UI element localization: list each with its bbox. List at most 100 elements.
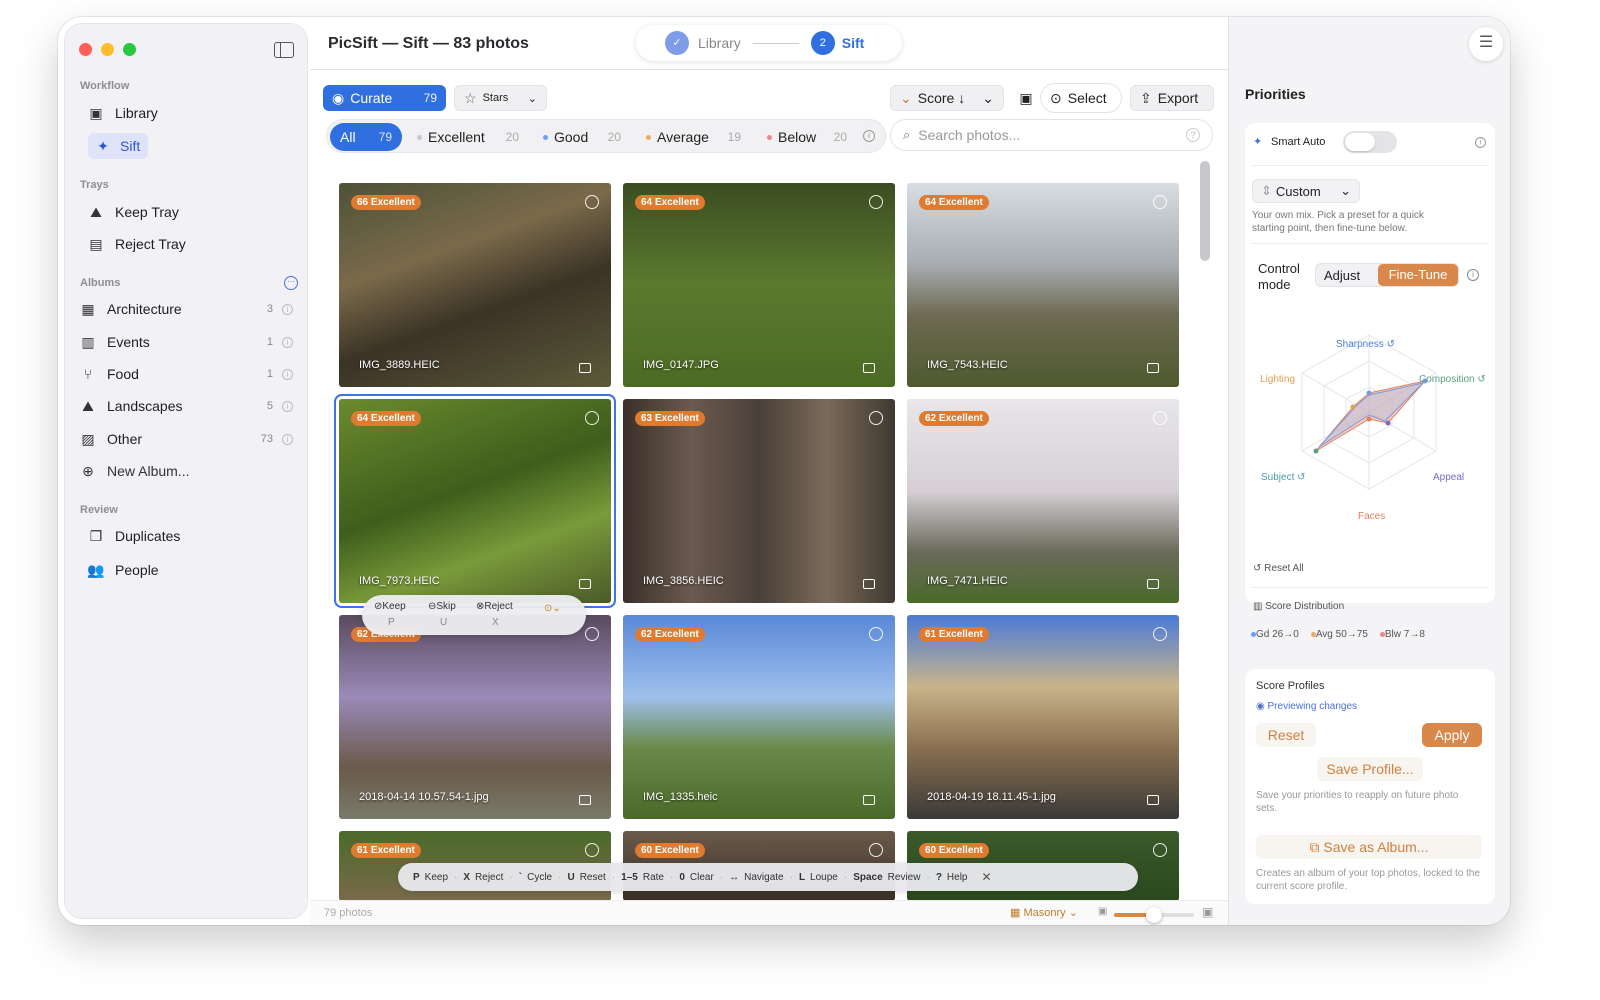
stars-filter-dropdown[interactable]: ☆ Stars ⌄ <box>454 85 547 111</box>
tab-below[interactable]: Below 20 <box>757 123 857 151</box>
axis-label-sharpness[interactable]: Sharpness ↺ <box>1336 339 1395 350</box>
score-distribution-toggle[interactable]: ▥ Score Distribution <box>1253 601 1344 612</box>
sidebar-item-duplicates[interactable]: ❐ Duplicates <box>87 523 293 549</box>
sliders-icon[interactable]: ☰ <box>1469 27 1503 61</box>
reset-button[interactable]: Reset <box>1256 723 1316 747</box>
select-circle-icon[interactable] <box>1153 411 1167 425</box>
layout-dropdown[interactable]: ▦ Masonry ⌄ <box>1010 906 1078 919</box>
skip-button[interactable]: ⊖ Skip <box>428 601 456 612</box>
axis-label-appeal[interactable]: Appeal <box>1433 472 1464 483</box>
info-icon[interactable]: i <box>282 433 293 445</box>
radar-point[interactable] <box>1366 390 1372 396</box>
shortcut-key: 1–5 <box>621 871 638 883</box>
photo-card[interactable]: 62 Excellent IMG_1335.heic <box>623 615 895 819</box>
minimize-window-button[interactable] <box>101 43 114 56</box>
sidebar-item-other[interactable]: ▨ Other 73 i <box>79 426 293 452</box>
export-button[interactable]: ⇪ Export <box>1130 85 1214 111</box>
sidebar-toggle-icon[interactable] <box>274 42 294 58</box>
curate-button[interactable]: ◉ Curate 79 <box>323 85 446 111</box>
info-icon[interactable]: i <box>282 336 293 348</box>
reset-all-button[interactable]: ↺ Reset All <box>1253 563 1304 574</box>
radar-point[interactable] <box>1385 420 1391 426</box>
info-icon[interactable]: i <box>1475 137 1486 148</box>
sidebar-item-people[interactable]: 👥 People <box>87 557 293 583</box>
axis-label-lighting[interactable]: Lighting <box>1260 374 1295 385</box>
info-icon[interactable]: i <box>1467 269 1479 281</box>
photo-filename: IMG_7973.HEIC <box>359 575 440 587</box>
tab-excellent[interactable]: Excellent 20 <box>407 123 529 151</box>
close-icon[interactable]: ✕ <box>982 870 992 884</box>
select-button[interactable]: ⊙ Select <box>1040 83 1122 113</box>
sidebar-item-sift[interactable]: ✦ Sift <box>88 133 149 159</box>
sidebar-item-food[interactable]: ⑂ Food 1 i <box>79 361 293 387</box>
select-circle-icon[interactable] <box>869 195 883 209</box>
search-field[interactable]: ⌕ Search photos... ? <box>890 119 1213 151</box>
photo-view-icon[interactable]: ▣ <box>1016 85 1036 111</box>
photo-card[interactable]: 64 Excellent IMG_7543.HEIC <box>907 183 1179 387</box>
search-input[interactable]: Search photos... <box>918 127 1020 143</box>
photo-card-selected[interactable]: 64 Excellent IMG_7973.HEIC <box>339 399 611 603</box>
sidebar-item-keep-tray[interactable]: ⛰ Keep Tray <box>87 199 293 225</box>
preset-dropdown[interactable]: ⇕ Custom ⌄ <box>1252 179 1360 203</box>
smart-auto-toggle[interactable] <box>1343 131 1397 153</box>
zoom-window-button[interactable] <box>123 43 136 56</box>
info-icon[interactable]: i <box>863 130 875 142</box>
new-album-label: New Album... <box>107 463 190 479</box>
shortcut-key: L <box>798 871 806 883</box>
album-options-icon[interactable]: ··· <box>284 276 298 290</box>
info-icon[interactable]: i <box>282 303 293 315</box>
segment-adjust[interactable]: Adjust <box>1324 268 1360 283</box>
tab-all[interactable]: All 79 <box>330 123 402 151</box>
photo-card[interactable]: 64 Excellent IMG_0147.JPG <box>623 183 895 387</box>
photo-card[interactable]: 63 Excellent IMG_3856.HEIC <box>623 399 895 603</box>
sidebar-item-landscapes[interactable]: ⛰ Landscapes 5 i <box>79 393 293 419</box>
sidebar-item-events[interactable]: ▥ Events 1 i <box>79 329 293 355</box>
step-library[interactable]: Library <box>698 35 741 51</box>
keep-button[interactable]: ⊘ Keep <box>374 601 406 612</box>
photo-card[interactable]: 62 Excellent IMG_7471.HEIC <box>907 399 1179 603</box>
photo-card[interactable]: 62 Excellent2018-04-14 10.57.54-1.jpg <box>339 615 611 819</box>
save-profile-button[interactable]: Save Profile... <box>1317 757 1423 781</box>
sidebar-item-reject-tray[interactable]: ▤ Reject Tray <box>87 231 293 257</box>
select-circle-icon[interactable] <box>585 843 599 857</box>
step-sift[interactable]: Sift <box>842 35 865 51</box>
slider-knob[interactable] <box>1146 907 1162 923</box>
select-circle-icon[interactable] <box>1153 843 1167 857</box>
more-options-icon[interactable]: ⊙⌄ <box>544 603 561 614</box>
info-icon[interactable]: i <box>282 400 293 412</box>
segment-fine-tune[interactable]: Fine-Tune <box>1378 264 1458 286</box>
select-circle-icon[interactable] <box>869 411 883 425</box>
radar-point[interactable] <box>1313 448 1319 454</box>
new-album-button[interactable]: ⊕ New Album... <box>79 458 293 484</box>
radar-point[interactable] <box>1350 404 1356 410</box>
save-as-album-button[interactable]: ⧉ Save as Album... <box>1256 835 1482 859</box>
tab-average[interactable]: Average 19 <box>636 123 751 151</box>
help-icon[interactable]: ? <box>1186 128 1200 142</box>
select-circle-icon[interactable] <box>585 627 599 641</box>
photo-card[interactable]: 61 Excellent 2018-04-19 18.11.45-1.jpg <box>907 615 1179 819</box>
select-circle-icon[interactable] <box>1153 195 1167 209</box>
chevron-down-icon: ⌄ <box>900 89 912 106</box>
sidebar-item-library[interactable]: ▣ Library <box>87 100 293 126</box>
thumbnail-size-slider[interactable] <box>1114 907 1194 923</box>
radar-point[interactable] <box>1366 416 1372 422</box>
divider <box>310 69 1228 70</box>
close-window-button[interactable] <box>79 43 92 56</box>
tab-count: 20 <box>607 130 621 144</box>
reject-button[interactable]: ⊗ Reject <box>476 601 513 612</box>
axis-label-faces[interactable]: Faces <box>1358 511 1385 522</box>
select-circle-icon[interactable] <box>869 627 883 641</box>
axis-label-subject[interactable]: Subject ↺ <box>1261 472 1306 483</box>
photo-card[interactable]: 66 Excellent IMG_3889.HEIC <box>339 183 611 387</box>
tab-good[interactable]: Good 20 <box>533 123 631 151</box>
select-circle-icon[interactable] <box>585 195 599 209</box>
select-circle-icon[interactable] <box>1153 627 1167 641</box>
axis-label-composition[interactable]: Composition ↺ <box>1419 374 1486 385</box>
apply-button[interactable]: Apply <box>1422 723 1482 747</box>
sort-score-dropdown[interactable]: ⌄ Score ↓ ⌄ <box>890 85 1004 111</box>
select-circle-icon[interactable] <box>869 843 883 857</box>
scrollbar-thumb[interactable] <box>1200 161 1210 261</box>
sidebar-item-architecture[interactable]: ▦ Architecture 3 i <box>79 296 293 322</box>
select-circle-icon[interactable] <box>585 411 599 425</box>
info-icon[interactable]: i <box>282 368 293 380</box>
